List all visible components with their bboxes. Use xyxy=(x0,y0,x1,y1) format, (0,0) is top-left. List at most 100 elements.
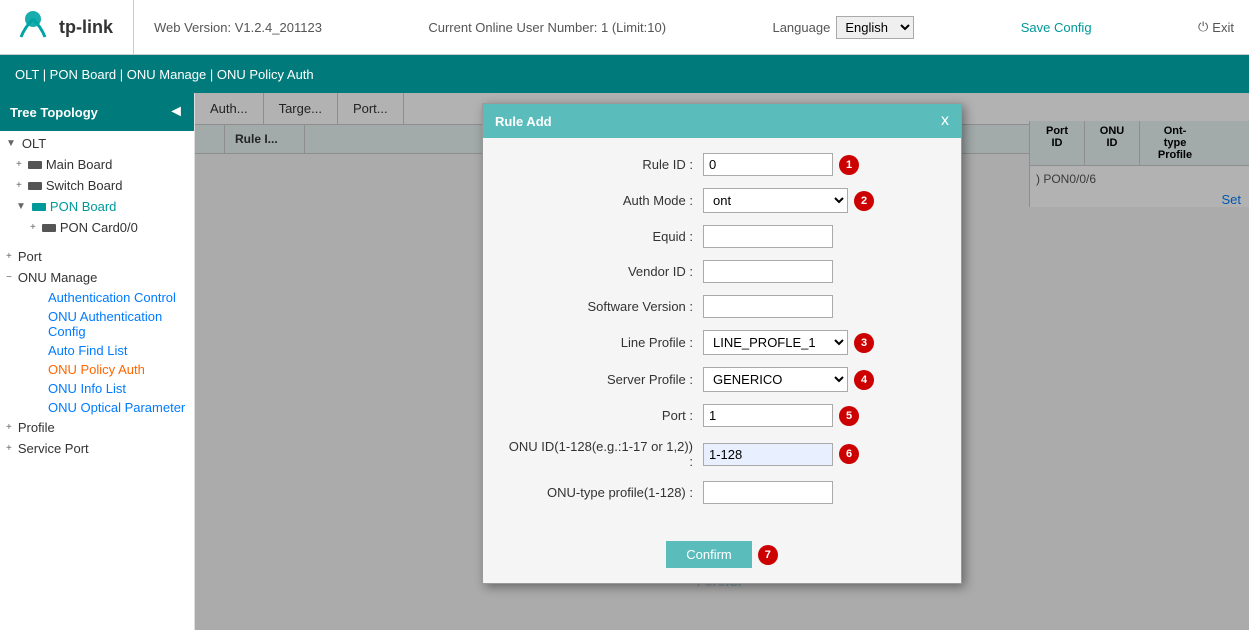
content-area: Auth... Targe... Port... Rule I... PortI… xyxy=(195,93,1249,630)
modal-close-button[interactable]: x xyxy=(941,112,949,130)
confirm-label: Confirm xyxy=(686,547,732,562)
serviceport-label: Service Port xyxy=(18,441,89,456)
label-lineprofile: Line Profile : xyxy=(503,335,703,350)
tree-node-olt: ▼ OLT + Main Board + Switch Board ▼ PON … xyxy=(0,131,194,240)
sidebar-title: Tree Topology xyxy=(10,105,98,120)
label-onutypeprofile: ONU-type profile(1-128) : xyxy=(503,485,703,500)
step-badge-2: 2 xyxy=(854,191,874,211)
sidebar-item-authcontrol[interactable]: Authentication Control xyxy=(0,288,194,307)
online-users: Current Online User Number: 1 (Limit:10) xyxy=(428,20,666,35)
input-vendorid[interactable] xyxy=(703,260,833,283)
modal-dialog: Rule Add x Rule ID : 1 Auth Mode : ont xyxy=(482,103,962,584)
select-serverprofile[interactable]: GENERICO DEFAULT xyxy=(703,367,848,392)
step-badge-5: 5 xyxy=(839,406,859,426)
expand-icon-olt: ▼ xyxy=(6,138,16,149)
ponboard-icon xyxy=(32,203,46,211)
plus-icon-serviceport: + xyxy=(6,443,12,454)
field-softwareversion: Software Version : xyxy=(503,295,941,318)
input-port[interactable] xyxy=(703,404,833,427)
modal-footer: Confirm 7 xyxy=(483,531,961,583)
field-vendorid: Vendor ID : xyxy=(503,260,941,283)
tp-link-logo-icon xyxy=(15,9,51,45)
menu-section: + Port − ONU Manage Authentication Contr… xyxy=(0,246,194,459)
sidebar-toggle-button[interactable]: ◄ xyxy=(168,103,184,121)
olt-label: OLT xyxy=(22,136,46,151)
menu-item-port[interactable]: + Port xyxy=(0,246,194,267)
plus-icon-profile: + xyxy=(6,422,12,433)
sidebar-item-onuauthconfig[interactable]: ONU Authentication Config xyxy=(0,307,194,341)
nav-bar: OLT | PON Board | ONU Manage | ONU Polic… xyxy=(0,55,1249,93)
field-ruleid: Rule ID : 1 xyxy=(503,153,941,176)
field-authmode: Auth Mode : ont mac loid 2 xyxy=(503,188,941,213)
mainboard-icon xyxy=(28,161,42,169)
breadcrumb: OLT | PON Board | ONU Manage | ONU Polic… xyxy=(15,67,314,82)
sidebar-item-onupolicyauth[interactable]: ONU Policy Auth xyxy=(0,360,194,379)
exit-label: Exit xyxy=(1212,20,1234,35)
label-onuid: ONU ID(1-128(e.g.:1-17 or 1,2)) : xyxy=(503,439,703,469)
tree-item-poncard[interactable]: + PON Card0/0 xyxy=(0,217,194,238)
header: tp-link Web Version: V1.2.4_201123 Curre… xyxy=(0,0,1249,55)
plus-icon-port: + xyxy=(6,251,12,262)
profile-label: Profile xyxy=(18,420,55,435)
expand-icon-poncard: + xyxy=(30,222,36,233)
onumanage-label: ONU Manage xyxy=(18,270,97,285)
menu-item-profile[interactable]: + Profile xyxy=(0,417,194,438)
label-equid: Equid : xyxy=(503,229,703,244)
poncard-icon xyxy=(42,224,56,232)
expand-icon-switchboard: + xyxy=(16,180,22,191)
menu-item-serviceport[interactable]: + Service Port xyxy=(0,438,194,459)
label-ruleid: Rule ID : xyxy=(503,157,703,172)
tree-item-ponboard[interactable]: ▼ PON Board xyxy=(0,196,194,217)
label-softwareversion: Software Version : xyxy=(503,299,703,314)
input-softwareversion[interactable] xyxy=(703,295,833,318)
main-layout: Tree Topology ◄ ▼ OLT + Main Board + Swi… xyxy=(0,93,1249,630)
label-serverprofile: Server Profile : xyxy=(503,372,703,387)
modal-title: Rule Add xyxy=(495,114,552,129)
poncard-label: PON Card0/0 xyxy=(60,220,138,235)
web-version: Web Version: V1.2.4_201123 xyxy=(154,20,322,35)
tree-item-olt[interactable]: ▼ OLT xyxy=(0,133,194,154)
field-equid: Equid : xyxy=(503,225,941,248)
field-onutypeprofile: ONU-type profile(1-128) : xyxy=(503,481,941,504)
label-vendorid: Vendor ID : xyxy=(503,264,703,279)
input-equid[interactable] xyxy=(703,225,833,248)
language-select[interactable]: English Chinese xyxy=(836,16,914,39)
input-onutypeprofile[interactable] xyxy=(703,481,833,504)
language-area: Language English Chinese xyxy=(772,16,914,39)
port-label: Port xyxy=(18,249,42,264)
modal-body: Rule ID : 1 Auth Mode : ont mac loid 2 xyxy=(483,138,961,531)
input-ruleid[interactable] xyxy=(703,153,833,176)
step-badge-6: 6 xyxy=(839,444,859,464)
tree-item-mainboard[interactable]: + Main Board xyxy=(0,154,194,175)
label-port: Port : xyxy=(503,408,703,423)
logo-text: tp-link xyxy=(59,17,113,38)
minus-icon-onumanage: − xyxy=(6,272,12,283)
mainboard-label: Main Board xyxy=(46,157,112,172)
expand-icon-mainboard: + xyxy=(16,159,22,170)
logo-area: tp-link xyxy=(15,0,134,54)
sidebar-item-onuinfolist[interactable]: ONU Info List xyxy=(0,379,194,398)
header-info: Web Version: V1.2.4_201123 Current Onlin… xyxy=(154,16,1234,39)
confirm-button[interactable]: Confirm xyxy=(666,541,752,568)
power-icon: ⏻ xyxy=(1198,19,1208,35)
sidebar-item-onuoptical[interactable]: ONU Optical Parameter xyxy=(0,398,194,417)
exit-area[interactable]: ⏻ Exit xyxy=(1198,19,1234,35)
sidebar-item-autofindlist[interactable]: Auto Find List xyxy=(0,341,194,360)
select-lineprofile[interactable]: LINE_PROFLE_1 LINE_PROFLE_2 xyxy=(703,330,848,355)
save-config-link[interactable]: Save Config xyxy=(1021,20,1092,35)
select-authmode[interactable]: ont mac loid xyxy=(703,188,848,213)
step-badge-4: 4 xyxy=(854,370,874,390)
sidebar-header: Tree Topology ◄ xyxy=(0,93,194,131)
modal-title-bar: Rule Add x xyxy=(483,104,961,138)
field-serverprofile: Server Profile : GENERICO DEFAULT 4 xyxy=(503,367,941,392)
expand-icon-ponboard: ▼ xyxy=(16,201,26,212)
input-onuid[interactable] xyxy=(703,443,833,466)
field-onuid: ONU ID(1-128(e.g.:1-17 or 1,2)) : 6 xyxy=(503,439,941,469)
menu-item-onumanage[interactable]: − ONU Manage xyxy=(0,267,194,288)
ponboard-label: PON Board xyxy=(50,199,116,214)
step-badge-7: 7 xyxy=(758,545,778,565)
switchboard-icon xyxy=(28,182,42,190)
modal-overlay: Rule Add x Rule ID : 1 Auth Mode : ont xyxy=(195,93,1249,630)
tree-item-switchboard[interactable]: + Switch Board xyxy=(0,175,194,196)
switchboard-label: Switch Board xyxy=(46,178,123,193)
